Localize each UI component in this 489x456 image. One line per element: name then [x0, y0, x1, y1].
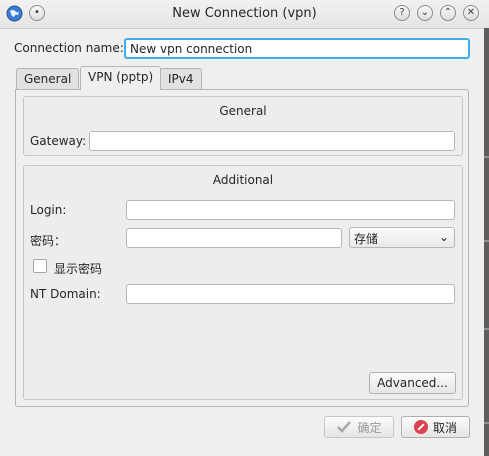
tab-vpn-pptp[interactable]: VPN (pptp): [80, 66, 162, 90]
show-password-label[interactable]: 显示密码: [54, 260, 102, 277]
vpn-settings-panel: General Gateway: Additional Login: 密码： 存…: [15, 89, 469, 407]
login-input[interactable]: [126, 200, 455, 220]
tab-general[interactable]: General: [16, 68, 80, 90]
password-storage-value: 存储: [354, 232, 379, 246]
title-bar[interactable]: • New Connection (vpn) ? ⌄ ⌃ ✕: [0, 0, 489, 29]
help-icon[interactable]: ?: [394, 5, 410, 21]
gateway-input[interactable]: [89, 131, 455, 151]
general-group: General Gateway:: [23, 96, 463, 156]
ok-button[interactable]: 确定: [324, 416, 394, 438]
advanced-button[interactable]: Advanced...: [369, 372, 456, 394]
window-title: New Connection (vpn): [172, 6, 317, 21]
connection-name-label: Connection name:: [14, 41, 124, 55]
tab-ipv4[interactable]: IPv4: [160, 68, 202, 90]
chevron-down-icon: ⌄: [438, 230, 449, 244]
cancel-button[interactable]: 取消: [401, 416, 470, 438]
cancel-icon: [413, 420, 428, 434]
close-icon[interactable]: ✕: [463, 5, 479, 21]
additional-group: Additional Login: 密码： 存储 ⌄ 显示密码 NT Domai…: [23, 165, 463, 400]
nt-domain-label: NT Domain:: [30, 287, 101, 301]
show-password-checkbox[interactable]: [33, 259, 47, 273]
login-label: Login:: [30, 203, 67, 217]
gateway-label: Gateway:: [30, 134, 87, 148]
password-label: 密码：: [30, 234, 67, 248]
general-group-title: General: [219, 104, 267, 118]
nt-domain-input[interactable]: [126, 284, 455, 304]
checkmark-icon: [337, 421, 352, 433]
password-input[interactable]: [126, 228, 342, 248]
password-storage-select[interactable]: 存储 ⌄: [349, 227, 455, 248]
connection-name-input[interactable]: [124, 38, 470, 59]
additional-group-title: Additional: [212, 173, 274, 187]
maximize-icon[interactable]: ⌃: [440, 5, 456, 21]
background-window-edge: [484, 28, 489, 456]
minimize-icon[interactable]: ⌄: [417, 5, 433, 21]
